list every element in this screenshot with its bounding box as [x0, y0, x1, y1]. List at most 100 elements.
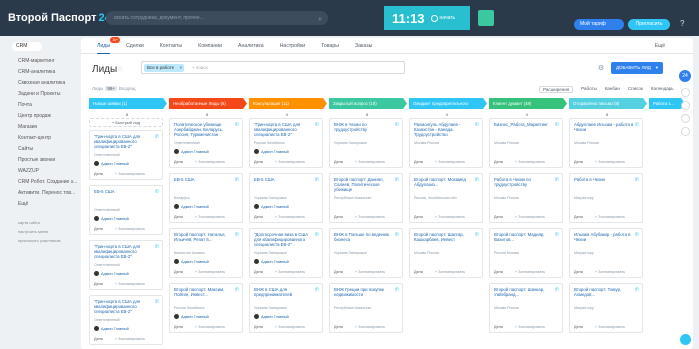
invite-button[interactable]: Пригласить [628, 19, 670, 30]
lead-card[interactable]: ВНЖ Греции при покупке недвижимости ✆ Респ… [329, 283, 403, 333]
phone-icon[interactable]: ✆ [235, 232, 239, 238]
card-responsible[interactable]: Админ Главный [174, 259, 209, 264]
card-title[interactable]: Работа в Чехии [574, 177, 636, 182]
card-title[interactable]: EB-5 США [254, 177, 316, 182]
filter-search-input[interactable]: Все в работе × + поиск [141, 61, 405, 74]
activities-label[interactable]: Дела [494, 160, 503, 164]
card-responsible[interactable]: Админ Главный [254, 314, 289, 319]
tab-contacts[interactable]: Контакты [160, 43, 182, 49]
card-title[interactable]: "Грин-карта в США для квалифицированного… [94, 244, 156, 259]
lead-card[interactable]: EB-5 США ✆ Беларусь Админ Главный Дела + Запл… [169, 173, 243, 223]
view-kanban[interactable]: Канбан [605, 86, 620, 93]
phone-icon[interactable]: ✆ [235, 122, 239, 128]
lead-card[interactable]: Работа в Чехии ✆ Мигрантору Дела + Запланиро… [569, 173, 643, 223]
phone-icon[interactable]: ✆ [155, 134, 159, 140]
card-responsible[interactable]: Админ Главный [254, 204, 289, 209]
activities-label[interactable]: Дела [494, 215, 503, 219]
activities-label[interactable]: Дела [174, 270, 183, 274]
tab-companies[interactable]: Компании [198, 43, 222, 49]
tab-analytics[interactable]: Аналитика [238, 43, 264, 49]
plan-activity-link[interactable]: + Запланировать [115, 337, 145, 341]
phone-icon[interactable]: ✆ [155, 244, 159, 250]
plan-activity-link[interactable]: + Запланировать [515, 160, 545, 164]
tab-orders[interactable]: Заказы [355, 43, 372, 49]
card-title[interactable]: "Грин-карта в США для квалифицированного… [254, 122, 316, 137]
phone-icon[interactable]: ✆ [635, 177, 639, 183]
phone-icon[interactable]: ✆ [555, 122, 559, 128]
sidebar-item[interactable]: WAZZUP [18, 168, 39, 174]
phone-icon[interactable]: ✆ [635, 122, 639, 128]
phone-icon[interactable]: ✆ [635, 232, 639, 238]
card-title[interactable]: Второй паспорт: Наталья, Ильичёв, Репат … [174, 232, 236, 242]
stage-header[interactable]: Консультация (11) [249, 98, 327, 109]
plan-activity-link[interactable]: + Запланировать [355, 325, 385, 329]
sidebar-item[interactable]: Сквозная аналитика [18, 80, 65, 86]
activities-label[interactable]: Дела [574, 270, 583, 274]
card-title[interactable]: Второй паспорт: Тимур, Ахмедов... [574, 287, 636, 297]
lead-card[interactable]: Второй паспорт: Тимур, Ахмедов... ✆ Мигран… [569, 283, 643, 333]
phone-icon[interactable]: ✆ [475, 232, 479, 238]
activities-label[interactable]: Дела [254, 270, 263, 274]
phone-icon[interactable]: ✆ [235, 177, 239, 183]
lead-card[interactable]: Абдуллаев Ильхам - работа в Чехии ✆ Москва… [569, 118, 643, 168]
sidebar-item[interactable]: Центр продаж [18, 113, 51, 119]
lead-card[interactable]: ВНЖ в США для предпринимателей ✆ Украина З… [249, 283, 323, 333]
close-icon[interactable]: × [180, 64, 183, 72]
quick-add-lead-button[interactable]: + Быстрый лид [89, 118, 163, 127]
lead-card[interactable]: "Долгосрочная виза в США для квалифициро… [249, 228, 323, 278]
activities-label[interactable]: Дела [414, 270, 423, 274]
card-title[interactable]: Ильхам Абубакир - работа в Чехии [574, 232, 636, 242]
plan-activity-link[interactable]: + Запланировать [595, 160, 625, 164]
card-responsible[interactable]: Админ Главный [174, 204, 209, 209]
lead-card[interactable]: Бизнес_Работа_Маркетинг ✆ Москва Россия Дел… [489, 118, 563, 168]
user-avatar[interactable] [681, 101, 690, 110]
user-avatar[interactable] [681, 114, 690, 123]
lead-card[interactable]: Второй паспорт: Даниял, Салиев, Политиче… [329, 173, 403, 223]
plan-activity-link[interactable]: + Запланировать [515, 215, 545, 219]
card-title[interactable]: ВНЖ в Чехии по трудоустройству [334, 122, 396, 132]
plan-activity-link[interactable]: + Запланировать [355, 160, 385, 164]
card-responsible[interactable]: Админ Главный [254, 259, 289, 264]
lead-card[interactable]: ВНЖ в Польше по ведению бизнеса ✆ Украина … [329, 228, 403, 278]
card-responsible[interactable]: Админ Главный [94, 216, 129, 221]
phone-icon[interactable]: ✆ [555, 287, 559, 293]
phone-icon[interactable]: ✆ [475, 122, 479, 128]
phone-icon[interactable]: ✆ [635, 287, 639, 293]
activities-label[interactable]: Дела [334, 160, 343, 164]
stage-header[interactable]: Ожидает предварительного [409, 98, 487, 109]
plan-activity-link[interactable]: + Запланировать [275, 160, 305, 164]
card-title[interactable]: "Грин-карта в США для квалифицированного… [94, 299, 156, 314]
card-title[interactable]: Второй паспорт: Максим, Пойгин, Инвест..… [174, 287, 236, 297]
chevron-down-icon[interactable]: ▾ [656, 62, 658, 74]
plan-activity-link[interactable]: + Запланировать [435, 160, 465, 164]
tab-leads[interactable]: Лиды 1k+ [97, 36, 121, 54]
plan-activity-link[interactable]: + Запланировать [115, 172, 145, 176]
card-title[interactable]: ВНЖ Греции при покупке недвижимости [334, 287, 396, 297]
stage-header[interactable]: Клиент думает (48) [489, 98, 567, 109]
lead-card[interactable]: EB-5 США ✆ Украина Запорожье Админ Главный Д… [249, 173, 323, 223]
sidebar-item[interactable]: Сайты [18, 146, 33, 152]
card-title[interactable]: EB-5 США [174, 177, 236, 182]
stage-header[interactable]: Необработанные Лиды (6) [169, 98, 247, 109]
activities-label[interactable]: Дела [334, 215, 343, 219]
sidebar-item[interactable]: CRM Робот. Создание з... [18, 179, 77, 185]
plan-activity-link[interactable]: + Запланировать [515, 325, 545, 329]
phone-icon[interactable]: ✆ [395, 287, 399, 293]
sidebar-item-crm[interactable]: CRM [12, 42, 42, 51]
activities-label[interactable]: Дела [574, 325, 583, 329]
plan-activity-link[interactable]: + Запланировать [275, 270, 305, 274]
plan-activity-link[interactable]: + Запланировать [115, 227, 145, 231]
activities-label[interactable]: Дела [494, 270, 503, 274]
lead-card[interactable]: Рахмонгуль Абдулаев - Казахстан - Канада… [409, 118, 483, 168]
card-title[interactable]: Рахмонгуль Абдулаев - Казахстан - Канада… [414, 122, 476, 137]
activities-label[interactable]: Дела [174, 160, 183, 164]
help-icon[interactable]: ? [680, 19, 684, 28]
activities-label[interactable]: Дела [174, 215, 183, 219]
activities-label[interactable]: Дела [574, 215, 583, 219]
plan-activity-link[interactable]: + Запланировать [275, 325, 305, 329]
invite-users-link[interactable]: пригласить участников [18, 238, 61, 243]
card-title[interactable]: ВНЖ в Польше по ведению бизнеса [334, 232, 396, 242]
sidebar-item[interactable]: CRM-аналитика [18, 69, 55, 75]
plan-activity-link[interactable]: + Запланировать [595, 325, 625, 329]
view-works[interactable]: Работы [581, 86, 597, 93]
